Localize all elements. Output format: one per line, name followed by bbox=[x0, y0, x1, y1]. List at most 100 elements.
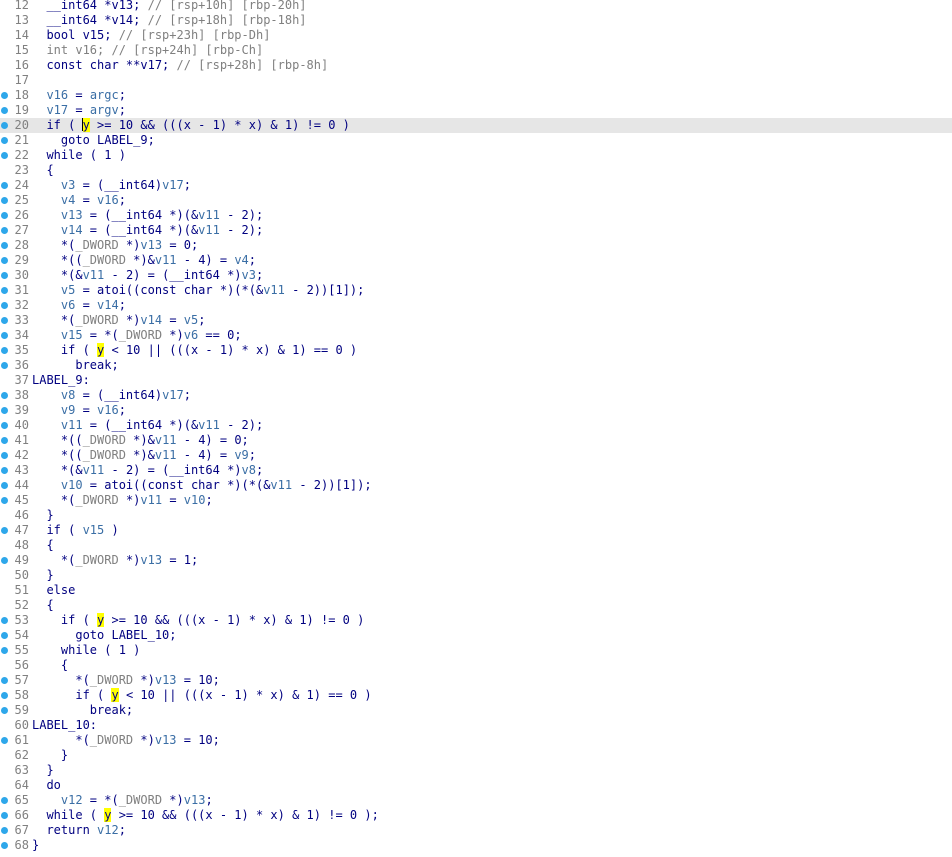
breakpoint-dot-icon[interactable] bbox=[1, 467, 8, 474]
code-token[interactable]: v17 bbox=[162, 388, 184, 402]
code-token[interactable]: *( bbox=[32, 238, 75, 252]
code-token[interactable]: { bbox=[32, 163, 53, 177]
code-token[interactable]: v10 bbox=[32, 478, 83, 492]
breakpoint-dot-icon[interactable] bbox=[1, 527, 8, 534]
breakpoint-dot-icon[interactable] bbox=[1, 692, 8, 699]
code-token[interactable]: ; bbox=[119, 298, 126, 312]
code-token[interactable]: _DWORD bbox=[90, 733, 133, 747]
code-token[interactable]: v13 bbox=[155, 673, 177, 687]
code-token[interactable]: ; bbox=[184, 388, 191, 402]
code-token[interactable]: } bbox=[32, 838, 39, 852]
code-token[interactable]: - 2); bbox=[220, 208, 263, 222]
breakpoint-dot-icon[interactable] bbox=[1, 197, 8, 204]
highlighted-token[interactable]: y bbox=[82, 118, 90, 132]
code-token[interactable]: _DWORD bbox=[75, 493, 118, 507]
code-text[interactable]: } bbox=[32, 508, 53, 523]
code-token[interactable]: *) bbox=[119, 238, 140, 252]
code-token[interactable]: *(& bbox=[32, 268, 83, 282]
code-line[interactable]: 37 LABEL_9: bbox=[0, 373, 952, 388]
code-token[interactable]: v14 bbox=[140, 313, 162, 327]
code-line[interactable]: 38 v8 = (__int64)v17; bbox=[0, 388, 952, 403]
code-text[interactable]: const char **v17; // [rsp+28h] [rbp-8h] bbox=[32, 58, 328, 73]
code-token[interactable]: v10 bbox=[184, 493, 206, 507]
code-token[interactable]: v6 bbox=[32, 298, 75, 312]
code-text[interactable]: v10 = atoi((const char *)(*(&v11 - 2))[1… bbox=[32, 478, 372, 493]
code-token[interactable]: v9 bbox=[234, 448, 248, 462]
code-token[interactable]: v11 bbox=[198, 208, 220, 222]
code-token[interactable]: v16 bbox=[97, 193, 119, 207]
code-token[interactable]: v8 bbox=[242, 463, 256, 477]
code-token[interactable]: v12 bbox=[97, 823, 119, 837]
code-token[interactable]: *) bbox=[133, 733, 154, 747]
code-line[interactable]: 32 v6 = v14; bbox=[0, 298, 952, 313]
code-token[interactable]: ; bbox=[205, 793, 212, 807]
comment-token[interactable]: // [rsp+10h] [rbp-20h] bbox=[148, 0, 307, 12]
code-token[interactable]: __int64 *v13; bbox=[32, 0, 148, 12]
code-text[interactable]: v14 = (__int64 *)(&v11 - 2); bbox=[32, 223, 263, 238]
code-line[interactable]: 44 v10 = atoi((const char *)(*(&v11 - 2)… bbox=[0, 478, 952, 493]
code-token[interactable]: argc bbox=[90, 88, 119, 102]
pseudocode-view[interactable]: 12 __int64 *v13; // [rsp+10h] [rbp-20h] 1… bbox=[0, 0, 952, 853]
code-text[interactable]: { bbox=[32, 658, 68, 673]
code-line[interactable]: 52 { bbox=[0, 598, 952, 613]
breakpoint-dot-icon[interactable] bbox=[1, 347, 8, 354]
code-token[interactable]: v15 bbox=[83, 523, 105, 537]
code-text[interactable]: LABEL_10: bbox=[32, 718, 97, 733]
code-token[interactable]: ; bbox=[184, 178, 191, 192]
code-token[interactable]: _DWORD bbox=[83, 433, 126, 447]
code-token[interactable]: - 4) = bbox=[177, 253, 235, 267]
code-line[interactable]: 54 goto LABEL_10; bbox=[0, 628, 952, 643]
code-token[interactable]: v13 bbox=[140, 553, 162, 567]
code-token[interactable]: ; bbox=[119, 403, 126, 417]
code-line[interactable]: 63 } bbox=[0, 763, 952, 778]
code-line[interactable]: 19 v17 = argv; bbox=[0, 103, 952, 118]
code-text[interactable]: v17 = argv; bbox=[32, 103, 126, 118]
code-token[interactable]: - 2))[1]); bbox=[285, 283, 364, 297]
code-text[interactable]: } bbox=[32, 568, 53, 583]
code-token[interactable]: *) bbox=[119, 493, 140, 507]
code-text[interactable]: *(&v11 - 2) = (__int64 *)v3; bbox=[32, 268, 263, 283]
code-text[interactable]: __int64 *v14; // [rsp+18h] [rbp-18h] bbox=[32, 13, 306, 28]
code-text[interactable]: break; bbox=[32, 703, 133, 718]
comment-token[interactable]: // [rsp+24h] [rbp-Ch] bbox=[111, 43, 263, 57]
breakpoint-dot-icon[interactable] bbox=[1, 797, 8, 804]
code-line[interactable]: 15 int v16; // [rsp+24h] [rbp-Ch] bbox=[0, 43, 952, 58]
code-token[interactable]: v11 bbox=[32, 418, 83, 432]
code-line[interactable]: 35 if ( y < 10 || (((x - 1) * x) & 1) ==… bbox=[0, 343, 952, 358]
code-line[interactable]: 51 else bbox=[0, 583, 952, 598]
code-token[interactable]: while ( 1 ) bbox=[32, 148, 125, 162]
code-token[interactable]: } bbox=[32, 568, 53, 582]
code-token[interactable]: *( bbox=[32, 493, 75, 507]
breakpoint-dot-icon[interactable] bbox=[1, 137, 8, 144]
code-line[interactable]: 46 } bbox=[0, 508, 952, 523]
code-text[interactable]: v5 = atoi((const char *)(*(&v11 - 2))[1]… bbox=[32, 283, 364, 298]
breakpoint-dot-icon[interactable] bbox=[1, 482, 8, 489]
code-token[interactable]: = atoi((const char *)(*(& bbox=[75, 283, 264, 297]
code-token[interactable]: ; bbox=[119, 193, 126, 207]
breakpoint-dot-icon[interactable] bbox=[1, 422, 8, 429]
code-token[interactable]: const char **v17; bbox=[32, 58, 177, 72]
code-token[interactable]: v11 bbox=[198, 418, 220, 432]
code-token[interactable]: v13 bbox=[32, 208, 83, 222]
code-token[interactable]: _DWORD bbox=[83, 253, 126, 267]
code-line[interactable]: 57 *(_DWORD *)v13 = 10; bbox=[0, 673, 952, 688]
breakpoint-dot-icon[interactable] bbox=[1, 272, 8, 279]
code-token[interactable]: v16 bbox=[97, 403, 119, 417]
code-token[interactable]: = 0; bbox=[162, 238, 198, 252]
code-token[interactable]: v11 bbox=[198, 223, 220, 237]
code-text[interactable]: v16 = argc; bbox=[32, 88, 126, 103]
code-token[interactable]: - 2) = (__int64 *) bbox=[104, 268, 241, 282]
code-text[interactable]: while ( y >= 10 && (((x - 1) * x) & 1) !… bbox=[32, 808, 379, 823]
code-text[interactable]: while ( 1 ) bbox=[32, 148, 125, 163]
code-token[interactable]: ; bbox=[249, 448, 256, 462]
code-token[interactable]: = bbox=[68, 88, 90, 102]
code-line[interactable]: 27 v14 = (__int64 *)(&v11 - 2); bbox=[0, 223, 952, 238]
code-token[interactable]: { bbox=[32, 538, 53, 552]
code-token[interactable]: v11 bbox=[140, 493, 162, 507]
breakpoint-dot-icon[interactable] bbox=[1, 182, 8, 189]
breakpoint-dot-icon[interactable] bbox=[1, 302, 8, 309]
code-line[interactable]: 20 if ( y >= 10 && (((x - 1) * x) & 1) !… bbox=[0, 118, 952, 133]
code-token[interactable]: break; bbox=[32, 703, 133, 717]
code-token[interactable]: - 2) = (__int64 *) bbox=[104, 463, 241, 477]
code-token[interactable]: } bbox=[32, 748, 68, 762]
